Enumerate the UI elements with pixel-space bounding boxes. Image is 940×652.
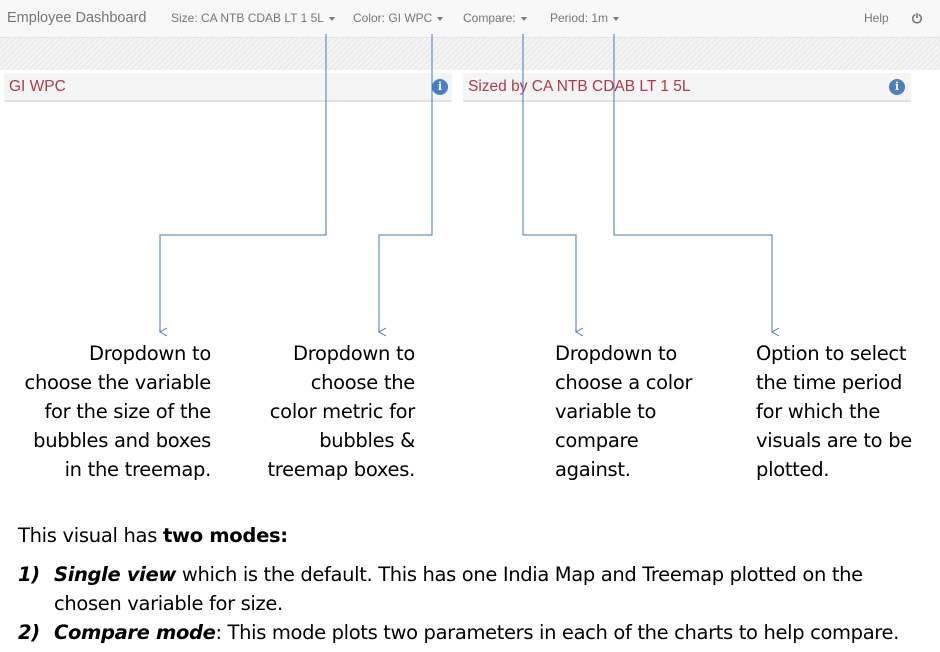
- panel-header-size: Sized by CA NTB CDAB LT 1 5L i: [463, 73, 911, 102]
- panel-header-color: GI WPC i: [4, 73, 452, 102]
- caret-down-icon: [613, 16, 620, 21]
- callout-line: choose the variable: [24, 371, 212, 394]
- info-icon[interactable]: i: [889, 79, 905, 95]
- compare-callout: Dropdown to choose a color variable to c…: [555, 339, 693, 484]
- callout-line: visuals are to be: [756, 429, 912, 452]
- callout-line: against.: [555, 458, 631, 481]
- mode-name: Compare mode: [54, 621, 216, 644]
- callout-line: Dropdown to: [555, 342, 678, 365]
- callout-line: bubbles and boxes: [33, 429, 211, 452]
- caret-down-icon: [520, 16, 527, 21]
- callout-line: variable to: [555, 400, 657, 423]
- period-callout: Option to select the time period for whi…: [756, 339, 912, 484]
- intro-bold: two modes:: [162, 524, 288, 547]
- callout-line: for which the: [756, 400, 881, 423]
- app-brand[interactable]: Employee Dashboard: [7, 10, 146, 26]
- help-link[interactable]: Help: [864, 11, 889, 25]
- callout-line: in the treemap.: [64, 458, 212, 481]
- callout-line: compare: [555, 429, 639, 452]
- callout-line: choose the: [310, 371, 416, 394]
- callout-line: Dropdown to: [88, 342, 211, 365]
- caret-down-icon: [437, 16, 444, 21]
- callout-line: color metric for: [269, 400, 416, 423]
- mode-text-continued: chosen variable for size.: [54, 592, 283, 615]
- navbar: Employee Dashboard Size: CA NTB CDAB LT …: [0, 0, 940, 38]
- color-callout: Dropdown to choose the color metric for …: [267, 339, 415, 484]
- toolbar-stripe: [0, 38, 940, 70]
- callout-line: Dropdown to: [292, 342, 415, 365]
- size-dropdown[interactable]: Size: CA NTB CDAB LT 1 5L: [171, 11, 335, 25]
- mode-number: 1): [18, 563, 40, 586]
- callout-line: treemap boxes.: [267, 458, 415, 481]
- callout-line: choose a color: [555, 371, 693, 394]
- panel-title: Sized by CA NTB CDAB LT 1 5L: [468, 78, 691, 95]
- caret-down-icon: [328, 16, 335, 21]
- intro-text: This visual has: [18, 524, 163, 547]
- compare-dropdown[interactable]: Compare:: [463, 11, 527, 25]
- panel-title: GI WPC: [9, 78, 66, 95]
- power-icon[interactable]: [911, 12, 923, 24]
- mode-text: : This mode plots two parameters in each…: [215, 621, 900, 644]
- color-dropdown-label: Color: GI WPC: [353, 11, 433, 25]
- mode-name: Single view: [54, 563, 177, 586]
- callout-line: bubbles &: [319, 429, 415, 452]
- callout-line: for the size of the: [44, 400, 211, 423]
- color-dropdown[interactable]: Color: GI WPC: [353, 11, 444, 25]
- size-dropdown-label: Size: CA NTB CDAB LT 1 5L: [171, 11, 324, 25]
- callout-line: the time period: [756, 371, 903, 394]
- mode-single-view: 1) Single view which is the default. This…: [18, 560, 863, 618]
- period-dropdown-label: Period: 1m: [550, 11, 609, 25]
- modes-intro: This visual has two modes:: [18, 522, 288, 550]
- mode-text: which is the default. This has one India…: [176, 563, 863, 586]
- compare-dropdown-label: Compare:: [463, 11, 516, 25]
- mode-compare: 2) Compare mode: This mode plots two para…: [18, 618, 899, 647]
- size-callout: Dropdown to choose the variable for the …: [24, 339, 212, 484]
- period-dropdown[interactable]: Period: 1m: [550, 11, 620, 25]
- callout-line: plotted.: [756, 458, 830, 481]
- callout-line: Option to select: [756, 342, 907, 365]
- mode-number: 2): [18, 621, 40, 644]
- info-icon[interactable]: i: [432, 79, 448, 95]
